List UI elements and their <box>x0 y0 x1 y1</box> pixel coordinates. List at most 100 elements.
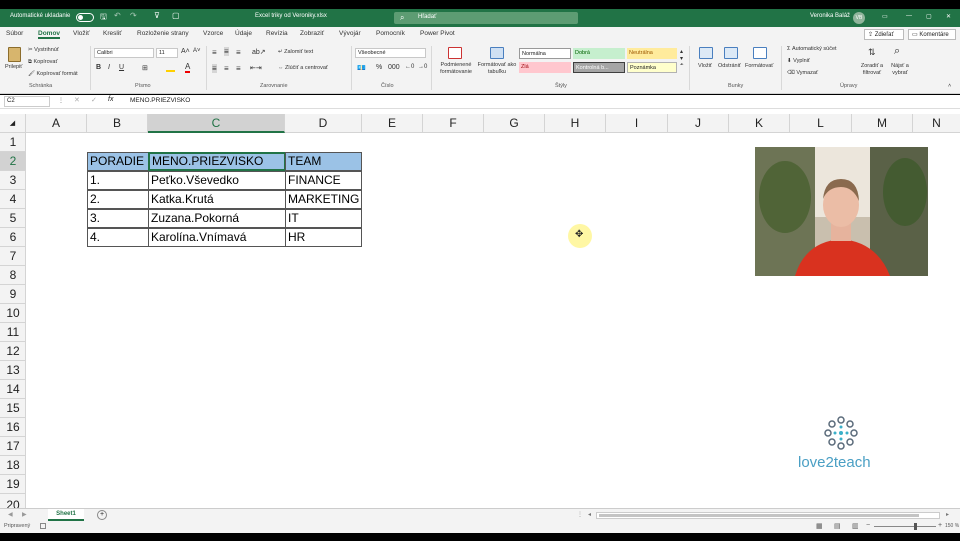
close-icon[interactable]: ✕ <box>946 13 951 20</box>
table-cell[interactable]: MARKETING <box>285 190 362 209</box>
minimize-icon[interactable]: — <box>906 13 912 19</box>
row-header[interactable]: 13 <box>0 361 26 380</box>
row-header[interactable]: 15 <box>0 399 26 418</box>
row-header[interactable]: 3 <box>0 171 26 190</box>
tab-home[interactable]: Domov <box>38 30 61 39</box>
comments-button[interactable]: ▭ Komentáre <box>908 29 956 40</box>
tab-insert[interactable]: Vložiť <box>73 30 90 37</box>
row-header[interactable]: 6 <box>0 228 26 247</box>
tab-split-icon[interactable]: ⋮ <box>577 511 583 518</box>
add-sheet-button[interactable]: + <box>97 510 107 520</box>
format-painter-button[interactable]: 🖌 Kopírovať formát <box>28 71 78 77</box>
column-header-i[interactable]: I <box>606 114 668 133</box>
column-header-n[interactable]: N <box>913 114 960 133</box>
insert-function-button[interactable]: fx <box>108 96 113 103</box>
column-header-j[interactable]: J <box>668 114 729 133</box>
tab-data[interactable]: Údaje <box>235 30 252 37</box>
bold-button[interactable]: B <box>96 64 101 71</box>
search-box[interactable]: ⌕ Hľadať <box>394 12 578 24</box>
row-header[interactable]: 9 <box>0 285 26 304</box>
table-cell[interactable]: Katka.Krutá <box>148 190 286 209</box>
merge-center-button[interactable]: ⇔ Zlúčiť a centrovať <box>278 65 328 71</box>
ribbon-options-icon[interactable]: ▭ <box>882 13 888 20</box>
table-header-cell[interactable]: PORADIE <box>87 152 149 171</box>
align-center-icon[interactable]: ≡ <box>224 64 229 73</box>
prev-sheet-icon[interactable]: ◀ <box>8 511 13 518</box>
column-header-k[interactable]: K <box>729 114 790 133</box>
formula-input[interactable]: MENO.PRIEZVISKO <box>130 97 190 104</box>
conditional-formatting-button[interactable]: Podmienené formátovanie <box>437 62 475 76</box>
style-good[interactable]: Dobrá <box>573 48 625 59</box>
italic-button[interactable]: I <box>108 64 110 71</box>
column-header-h[interactable]: H <box>545 114 606 133</box>
page-break-view-icon[interactable]: ▥ <box>852 522 859 530</box>
insert-cells-icon[interactable] <box>699 47 713 59</box>
format-cells-icon[interactable] <box>753 47 767 59</box>
row-header[interactable]: 16 <box>0 418 26 437</box>
style-check-cell[interactable]: Kontrolná b... <box>573 62 625 73</box>
filter-icon[interactable]: ⊽ <box>154 11 160 20</box>
paste-icon[interactable] <box>8 47 21 62</box>
row-header[interactable]: 11 <box>0 323 26 342</box>
table-cell[interactable]: IT <box>285 209 362 228</box>
zoom-in-icon[interactable]: + <box>938 522 942 529</box>
cut-button[interactable]: ✂ Vystrihnúť <box>28 47 59 53</box>
name-box[interactable]: C2 <box>4 96 50 107</box>
paste-button[interactable]: Prilepiť <box>5 64 22 70</box>
save-icon[interactable]: 🖫 <box>100 11 107 25</box>
table-cell[interactable]: 2. <box>87 190 149 209</box>
orientation-icon[interactable]: ab↗ <box>252 48 266 56</box>
find-icon[interactable]: ⌕ <box>894 45 900 58</box>
align-bottom-icon[interactable]: ≡ <box>236 48 241 57</box>
insert-button[interactable]: Vložiť <box>698 63 712 69</box>
fill-color-icon[interactable] <box>166 64 175 72</box>
column-header-a[interactable]: A <box>26 114 87 133</box>
row-header[interactable]: 12 <box>0 342 26 361</box>
enter-icon[interactable]: ✓ <box>91 96 97 104</box>
find-select-button[interactable]: Nájsť a vybrať <box>887 63 913 77</box>
sort-filter-button[interactable]: Zoradiť a filtrovať <box>858 63 886 77</box>
shrink-font-icon[interactable]: A˅ <box>193 48 201 54</box>
font-color-icon[interactable]: A <box>185 62 191 73</box>
scroll-right-icon[interactable]: ▸ <box>946 511 949 518</box>
indent-icon[interactable]: ⇤⇥ <box>250 64 262 72</box>
scrollbar-thumb[interactable] <box>599 514 919 517</box>
sheet-tab[interactable]: Sheet1 <box>48 509 84 521</box>
wrap-text-button[interactable]: ↵ Zalomiť text <box>278 49 313 55</box>
avatar[interactable]: VB <box>853 12 865 24</box>
row-header[interactable]: 4 <box>0 190 26 209</box>
column-header-f[interactable]: F <box>423 114 484 133</box>
currency-icon[interactable]: 💶 <box>357 64 366 72</box>
scroll-left-icon[interactable]: ◂ <box>588 511 591 518</box>
table-cell[interactable]: 3. <box>87 209 149 228</box>
fill-button[interactable]: ⬇ Vyplniť <box>787 58 810 64</box>
row-header[interactable]: 7 <box>0 247 26 266</box>
row-header[interactable]: 5 <box>0 209 26 228</box>
percent-icon[interactable]: % <box>376 64 382 71</box>
font-size-select[interactable]: 11 <box>156 48 178 58</box>
autosum-button[interactable]: Σ Automatický súčet <box>787 46 837 52</box>
column-header-d[interactable]: D <box>285 114 362 133</box>
table-cell[interactable]: FINANCE <box>285 171 362 190</box>
column-header-m[interactable]: M <box>852 114 913 133</box>
page-layout-view-icon[interactable]: ▤ <box>834 522 841 530</box>
underline-button[interactable]: U <box>119 64 124 71</box>
thousands-icon[interactable]: 000 <box>388 64 400 71</box>
next-sheet-icon[interactable]: ▶ <box>22 511 27 518</box>
row-header[interactable]: 14 <box>0 380 26 399</box>
row-header[interactable]: 1 <box>0 133 26 152</box>
zoom-level[interactable]: 150 % <box>945 523 959 529</box>
tab-formulas[interactable]: Vzorce <box>203 30 223 37</box>
clear-button[interactable]: ⌫ Vymazať <box>787 70 818 76</box>
share-button[interactable]: ⇪ Zdieľať <box>864 29 904 40</box>
tab-draw[interactable]: Kresliť <box>103 30 122 37</box>
align-middle-icon[interactable]: ≡ <box>224 47 229 56</box>
conditional-formatting-icon[interactable] <box>448 47 462 59</box>
style-normal[interactable]: Normálna <box>519 48 571 59</box>
table-cell[interactable]: Zuzana.Pokorná <box>148 209 286 228</box>
column-header-e[interactable]: E <box>362 114 423 133</box>
zoom-slider[interactable] <box>874 523 936 530</box>
table-header-cell[interactable]: TEAM <box>285 152 362 171</box>
table-cell[interactable]: 1. <box>87 171 149 190</box>
redo-icon[interactable]: ↷ <box>130 11 137 20</box>
